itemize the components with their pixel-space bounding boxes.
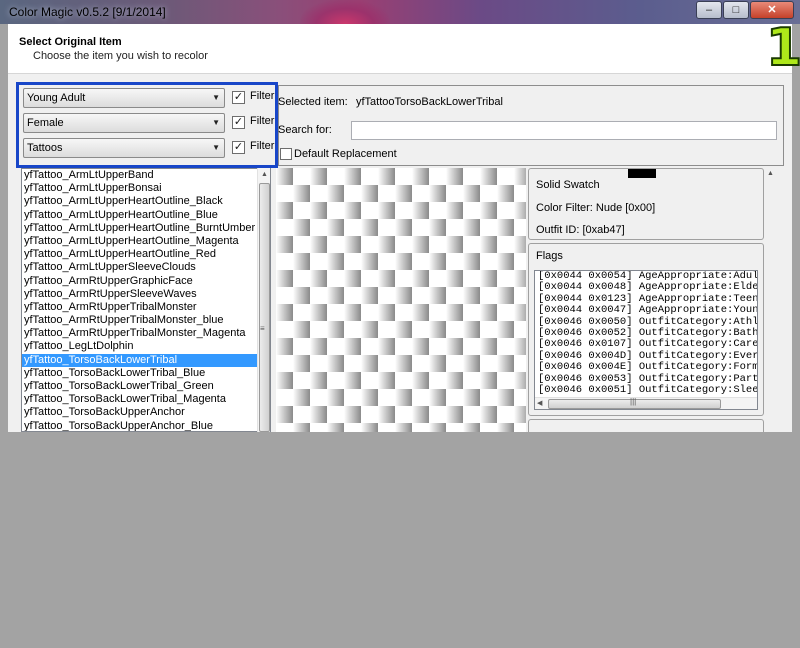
details-scrollbar[interactable]: ▲ (764, 168, 784, 432)
swatch-info-panel: Solid Swatch Color Filter: Nude [0x00] O… (528, 168, 764, 240)
title-bar[interactable]: Color Magic v0.5.2 [9/1/2014] – □ ✕ (0, 0, 800, 24)
grip-icon: ||| (630, 397, 637, 406)
list-item[interactable]: yfTattoo_ArmRtUpperSleeveWaves (22, 288, 270, 301)
list-item-selected[interactable]: yfTattoo_TorsoBackLowerTribal (22, 353, 270, 367)
flag-row[interactable]: [0x0044 0x0047] AgeAppropriate:YoungA (535, 304, 757, 316)
selected-item-value: yfTattooTorsoBackLowerTribal (356, 96, 503, 108)
window-title: Color Magic v0.5.2 [9/1/2014] (9, 5, 166, 19)
list-item[interactable]: yfTattoo_TorsoBackLowerTribal_Green (22, 380, 270, 393)
default-replacement-checkbox[interactable] (280, 148, 292, 160)
app-window: Color Magic v0.5.2 [9/1/2014] – □ ✕ Sele… (0, 0, 800, 432)
age-filter-checkbox[interactable]: ✓ (232, 91, 245, 104)
minimize-button[interactable]: – (696, 1, 722, 19)
chevron-down-icon: ▼ (212, 93, 220, 102)
gender-filter-dropdown[interactable]: Female ▼ (23, 113, 225, 133)
age-filter-dropdown[interactable]: Young Adult ▼ (23, 88, 225, 108)
scrollbar-thumb[interactable] (259, 183, 270, 432)
list-item[interactable]: yfTattoo_ArmLtUpperHeartOutline_Black (22, 195, 270, 208)
list-item[interactable]: yfTattoo_TorsoBackUpperAnchor (22, 406, 270, 419)
search-panel: Selected item: yfTattooTorsoBackLowerTri… (278, 85, 784, 166)
texture-preview (276, 168, 526, 432)
scroll-up-icon[interactable]: ▲ (258, 168, 271, 182)
page-subtitle: Choose the item you wish to recolor (33, 50, 208, 62)
search-label: Search for: (278, 124, 332, 136)
flag-row[interactable]: [0x0046 0x0051] OutfitCategory:Sleep (535, 384, 757, 396)
gender-filter-value: Female (27, 117, 64, 129)
close-button[interactable]: ✕ (750, 1, 794, 19)
list-item[interactable]: yfTattoo_ArmLtUpperHeartOutline_Magenta (22, 235, 270, 248)
list-item[interactable]: yfTattoo_ArmRtUpperTribalMonster (22, 301, 270, 314)
gender-filter-label: Filter (250, 115, 275, 127)
color-swatch (628, 169, 656, 178)
list-item[interactable]: yfTattoo_TorsoBackUpperAnchor_Blue (22, 420, 270, 431)
swatch-title: Solid Swatch (536, 179, 600, 191)
category-filter-checkbox[interactable]: ✓ (232, 141, 245, 154)
wizard-header: Select Original Item Choose the item you… (8, 21, 800, 75)
color-filter-text: Color Filter: Nude [0x00] (536, 202, 656, 214)
titlebar-wallpaper-glow (300, 0, 390, 24)
selected-item-label: Selected item: (278, 96, 348, 108)
gender-filter-checkbox[interactable]: ✓ (232, 116, 245, 129)
checkerboard-preview (276, 168, 526, 432)
scroll-left-icon[interactable]: ◀ (537, 399, 542, 407)
default-replacement-label: Default Replacement (294, 148, 397, 160)
flag-row[interactable]: [0x0046 0x004E] OutfitCategory:Formal (535, 361, 757, 373)
list-item[interactable]: yfTattoo_TorsoBackLowerTribal_Blue (22, 367, 270, 380)
list-item[interactable]: yfTattoo_ArmLtUpperHeartOutline_Blue (22, 209, 270, 222)
step-number-badge: 1 (765, 18, 800, 78)
list-item[interactable]: yfTattoo_ArmLtUpperBonsai (22, 182, 270, 195)
outfit-id-text: Outfit ID: [0xab47] (536, 224, 625, 236)
chevron-down-icon: ▼ (212, 118, 220, 127)
list-item[interactable]: yfTattoo_ArmRtUpperTribalMonster_Magenta (22, 327, 270, 340)
list-item[interactable]: yfTattoo_ArmRtUpperGraphicFace (22, 275, 270, 288)
flags-panel: Flags [0x0044 0x0054] AgeAppropriate:Adu… (528, 243, 764, 416)
additional-panel (528, 419, 764, 432)
category-filter-dropdown[interactable]: Tattoos ▼ (23, 138, 225, 158)
caption-buttons: – □ ✕ (696, 1, 794, 19)
wizard-client-area: Select Original Item Choose the item you… (8, 21, 800, 432)
list-item[interactable]: yfTattoo_ArmLtUpperHeartOutline_Red (22, 248, 270, 261)
item-list-scrollbar[interactable]: ▲ ≡ (257, 168, 270, 432)
page-title: Select Original Item (19, 36, 122, 48)
flags-list[interactable]: [0x0044 0x0054] AgeAppropriate:Adult [0x0… (534, 270, 758, 410)
chevron-down-icon: ▼ (212, 143, 220, 152)
list-item[interactable]: yfTattoo_TorsoBackLowerTribal_Magenta (22, 393, 270, 406)
item-list[interactable]: yfTattoo_ArmLtUpperBand yfTattoo_ArmLtUpp… (21, 168, 271, 432)
list-item[interactable]: yfTattoo_ArmLtUpperSleeveClouds (22, 261, 270, 274)
flags-title: Flags (536, 250, 563, 262)
scroll-up-icon[interactable]: ▲ (767, 170, 774, 177)
category-filter-value: Tattoos (27, 142, 63, 154)
flags-horizontal-scrollbar[interactable]: ◀ ||| (535, 397, 757, 409)
search-input[interactable] (351, 121, 777, 140)
grip-icon: ≡ (260, 324, 265, 333)
list-item[interactable]: yfTattoo_LegLtDolphin (22, 340, 270, 353)
category-filter-label: Filter (250, 140, 275, 152)
age-filter-value: Young Adult (27, 92, 86, 104)
list-item[interactable]: yfTattoo_ArmLtUpperBand (22, 169, 270, 182)
filter-group: Young Adult ▼ ✓ Filter Female ▼ ✓ Filter… (16, 82, 278, 168)
list-item[interactable]: yfTattoo_ArmRtUpperTribalMonster_blue (22, 314, 270, 327)
age-filter-label: Filter (250, 90, 275, 102)
list-item[interactable]: yfTattoo_ArmLtUpperHeartOutline_BurntUmb… (22, 222, 270, 235)
maximize-button[interactable]: □ (723, 1, 749, 19)
